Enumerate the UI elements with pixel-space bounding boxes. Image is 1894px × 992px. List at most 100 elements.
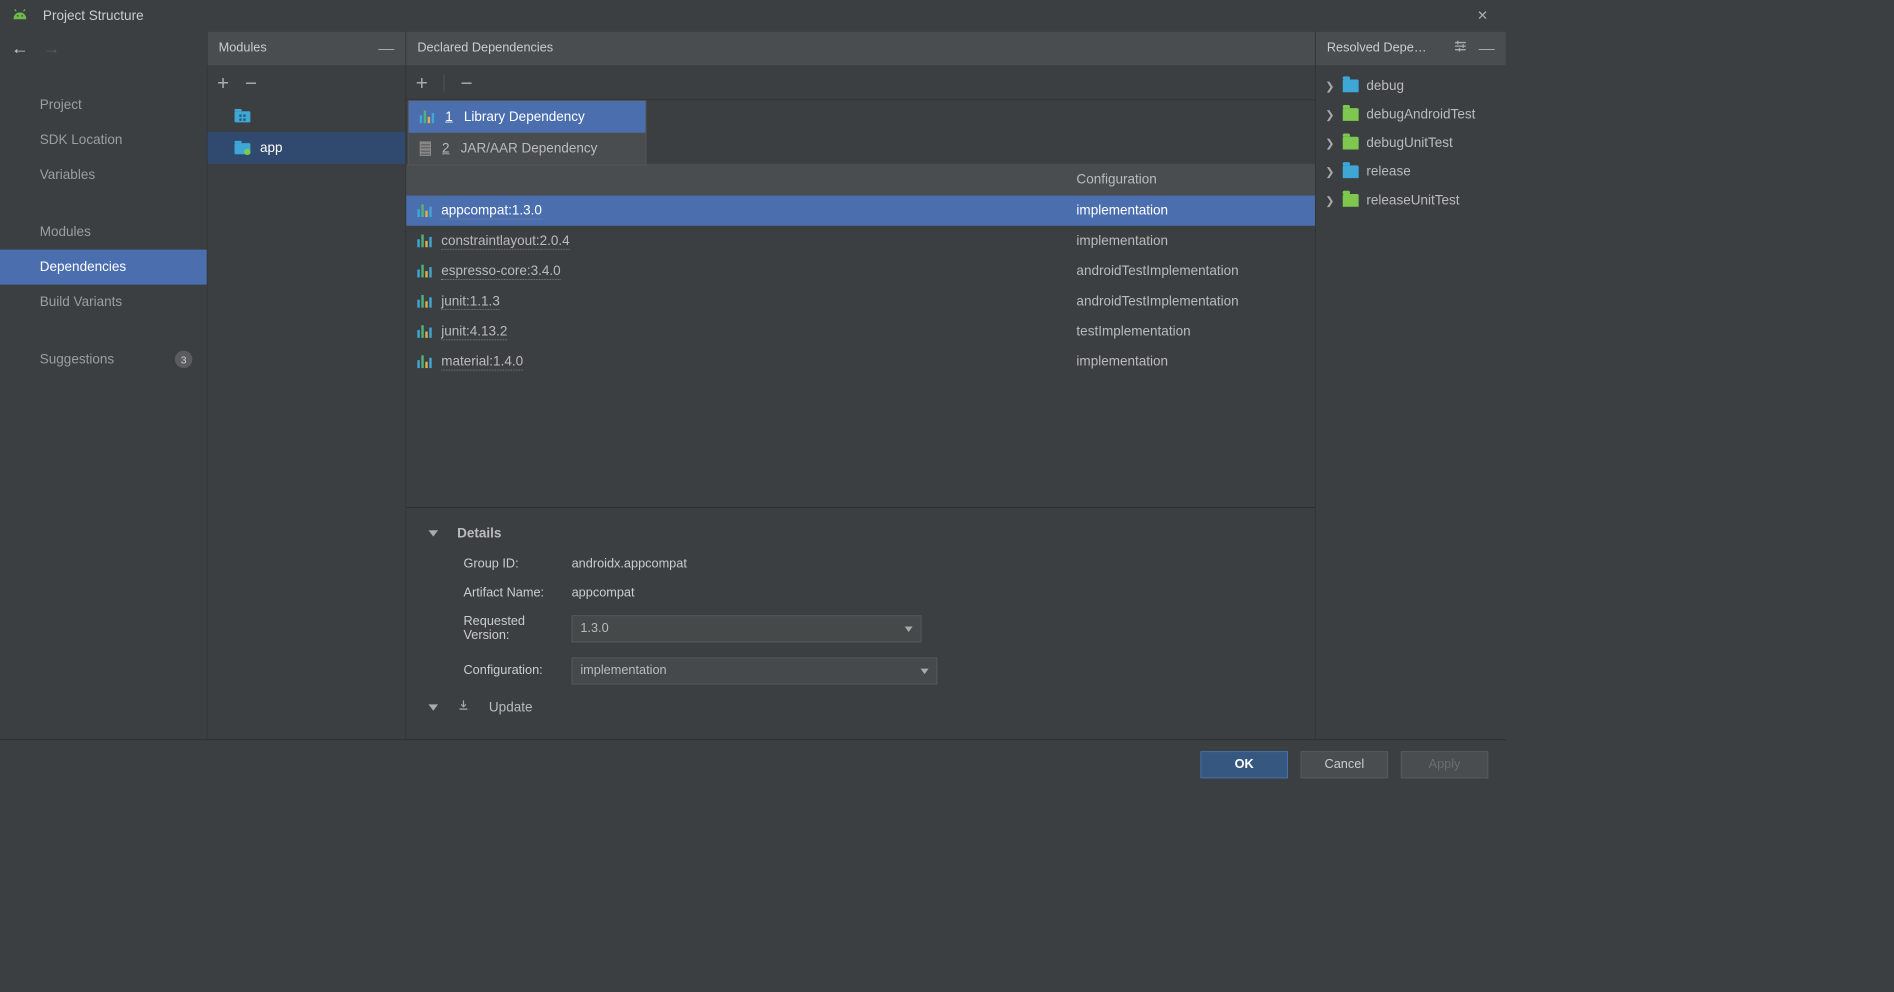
library-icon xyxy=(417,295,431,308)
download-icon xyxy=(457,699,470,716)
close-icon[interactable]: ✕ xyxy=(1471,5,1495,27)
sidebar-item-label: Project xyxy=(40,97,82,113)
group-id-value: androidx.appcompat xyxy=(572,557,687,571)
chevron-down-icon xyxy=(905,626,913,632)
modules-panel-header: Modules — xyxy=(207,32,406,65)
declared-header-label: Declared Dependencies xyxy=(417,41,553,55)
tree-item-label: debug xyxy=(1366,78,1404,94)
chevron-down-icon xyxy=(921,668,929,674)
remove-module-button[interactable]: − xyxy=(245,72,257,93)
folder-icon xyxy=(1343,108,1359,121)
resolved-tree-item[interactable]: ❯debugAndroidTest xyxy=(1316,100,1506,129)
library-icon xyxy=(420,111,434,124)
modules-header-label: Modules xyxy=(219,41,267,55)
sidebar-item-label: Modules xyxy=(40,224,91,240)
sidebar-item-variables[interactable]: Variables xyxy=(0,157,207,192)
dependency-name: material:1.4.0 xyxy=(441,353,523,370)
cancel-button[interactable]: Cancel xyxy=(1301,751,1388,778)
titlebar: Project Structure ✕ xyxy=(0,0,1506,32)
add-menu-item[interactable]: 2JAR/AAR Dependency xyxy=(409,133,646,165)
apply-button[interactable]: Apply xyxy=(1401,751,1488,778)
dependency-row[interactable]: espresso-core:3.4.0 androidTestImplementa… xyxy=(406,256,1315,286)
dependency-name: junit:4.13.2 xyxy=(441,323,507,340)
declared-panel: + − 1 Library Dependency 2JAR/AAR Dependen… xyxy=(405,65,1314,739)
requested-version-select[interactable]: 1.3.0 xyxy=(572,615,922,642)
artifact-name-label: Artifact Name: xyxy=(429,586,572,600)
dependency-name: appcompat:1.3.0 xyxy=(441,202,542,219)
sidebar-item-label: SDK Location xyxy=(40,132,123,148)
dependency-name: junit:1.1.3 xyxy=(441,293,500,310)
dependency-row[interactable]: junit:1.1.3androidTestImplementation xyxy=(406,286,1315,316)
dependency-row[interactable]: constraintlayout:2.0.4 implementation xyxy=(406,226,1315,256)
remove-dependency-button[interactable]: − xyxy=(460,72,472,93)
folder-icon xyxy=(1343,80,1359,93)
folder-icon xyxy=(1343,165,1359,178)
sidebar-item-sdk-location[interactable]: SDK Location xyxy=(0,122,207,157)
module-item[interactable]: app xyxy=(207,132,405,164)
sidebar: Project SDK Location Variables Modules Depen… xyxy=(0,65,207,739)
add-dependency-menu: 1 Library Dependency 2JAR/AAR Dependency xyxy=(408,100,647,165)
dependency-configuration: implementation xyxy=(1068,233,1314,249)
library-icon xyxy=(417,325,431,338)
modules-panel: + − app xyxy=(207,65,406,739)
dependency-row[interactable]: material:1.4.0 implementation xyxy=(406,347,1315,377)
add-dependency-button[interactable]: + xyxy=(416,72,428,93)
dependency-row[interactable]: junit:4.13.2 testImplementation xyxy=(406,316,1315,346)
sidebar-item-label: Suggestions xyxy=(40,351,114,367)
nav-forward-button: → xyxy=(43,38,60,59)
minimize-resolved-icon[interactable]: — xyxy=(1479,39,1495,57)
window-title: Project Structure xyxy=(43,8,144,24)
collapse-update-icon[interactable] xyxy=(429,704,439,710)
resolved-tree-item[interactable]: ❯debug xyxy=(1316,72,1506,101)
library-icon xyxy=(417,265,431,278)
dependency-name: constraintlayout:2.0.4 xyxy=(441,233,569,250)
group-id-label: Group ID: xyxy=(429,557,572,571)
module-item[interactable] xyxy=(207,100,405,132)
sidebar-item-dependencies[interactable]: Dependencies xyxy=(0,250,207,285)
resolved-tree-item[interactable]: ❯releaseUnitTest xyxy=(1316,186,1506,215)
folder-icon xyxy=(1343,194,1359,207)
declared-panel-header: Declared Dependencies xyxy=(405,32,1314,65)
android-icon xyxy=(11,6,28,26)
library-icon xyxy=(417,355,431,368)
add-module-button[interactable]: + xyxy=(217,72,229,93)
dependency-row[interactable]: appcompat:1.3.0implementation xyxy=(406,196,1315,226)
dependency-name: espresso-core:3.4.0 xyxy=(441,263,560,280)
collapse-details-icon[interactable] xyxy=(429,530,439,536)
tree-item-label: debugUnitTest xyxy=(1366,135,1452,151)
requested-version-label: Requested Version: xyxy=(429,615,572,644)
details-section: Details Group ID: androidx.appcompat Art… xyxy=(406,507,1315,739)
library-icon xyxy=(417,204,431,217)
dependency-configuration: testImplementation xyxy=(1068,324,1314,340)
menu-label: Library Dependency xyxy=(464,109,585,125)
menu-label: JAR/AAR Dependency xyxy=(461,141,598,157)
nav-back-button[interactable]: ← xyxy=(11,38,28,59)
sidebar-item-modules[interactable]: Modules xyxy=(0,215,207,250)
tree-item-label: releaseUnitTest xyxy=(1366,192,1459,208)
add-menu-item[interactable]: 1 Library Dependency xyxy=(409,101,646,133)
configuration-label: Configuration: xyxy=(429,664,572,678)
dependency-configuration: implementation xyxy=(1068,354,1314,370)
menu-shortcut: 1 xyxy=(445,109,453,125)
resolved-tree-item[interactable]: ❯release xyxy=(1316,157,1506,186)
chevron-right-icon: ❯ xyxy=(1325,136,1334,150)
sidebar-item-suggestions[interactable]: Suggestions3 xyxy=(0,342,207,377)
resolved-panel-header: Resolved Depe… — xyxy=(1315,32,1506,65)
sidebar-item-label: Build Variants xyxy=(40,294,122,310)
tree-item-label: debugAndroidTest xyxy=(1366,107,1475,123)
resolved-settings-icon[interactable] xyxy=(1453,39,1467,58)
resolved-header-label: Resolved Depe… xyxy=(1327,41,1427,55)
sidebar-item-label: Dependencies xyxy=(40,259,126,275)
resolved-tree-item[interactable]: ❯ debugUnitTest xyxy=(1316,129,1506,158)
minimize-modules-icon[interactable]: — xyxy=(378,39,394,57)
ok-button[interactable]: OK xyxy=(1200,751,1287,778)
library-icon xyxy=(417,235,431,248)
configuration-select[interactable]: implementation xyxy=(572,657,938,684)
sidebar-item-build-variants[interactable]: Build Variants xyxy=(0,285,207,320)
sidebar-item-label: Variables xyxy=(40,167,95,183)
dependency-configuration: androidTestImplementation xyxy=(1068,263,1314,279)
details-title: Details xyxy=(457,525,501,541)
sidebar-item-project[interactable]: Project xyxy=(0,87,207,122)
update-title: Update xyxy=(489,699,533,715)
android-module-icon xyxy=(235,141,251,155)
